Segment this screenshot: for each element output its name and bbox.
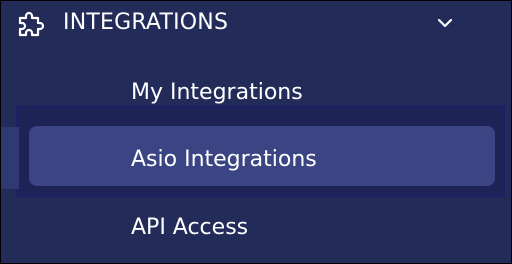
nav-item-my-integrations[interactable]: My Integrations bbox=[131, 78, 303, 108]
puzzle-piece-icon bbox=[18, 11, 45, 37]
sidebar-menu: INTEGRATIONS My Integrations Asio Integr… bbox=[1, 1, 511, 263]
nav-item-label: Asio Integrations bbox=[131, 147, 317, 172]
nav-item-asio-integrations[interactable]: Asio Integrations bbox=[29, 126, 495, 186]
integrations-section-header[interactable]: INTEGRATIONS bbox=[1, 1, 511, 51]
section-title: INTEGRATIONS bbox=[63, 10, 229, 35]
chevron-down-icon[interactable] bbox=[435, 16, 455, 30]
active-indicator bbox=[1, 127, 19, 189]
nav-item-api-access[interactable]: API Access bbox=[131, 213, 248, 243]
